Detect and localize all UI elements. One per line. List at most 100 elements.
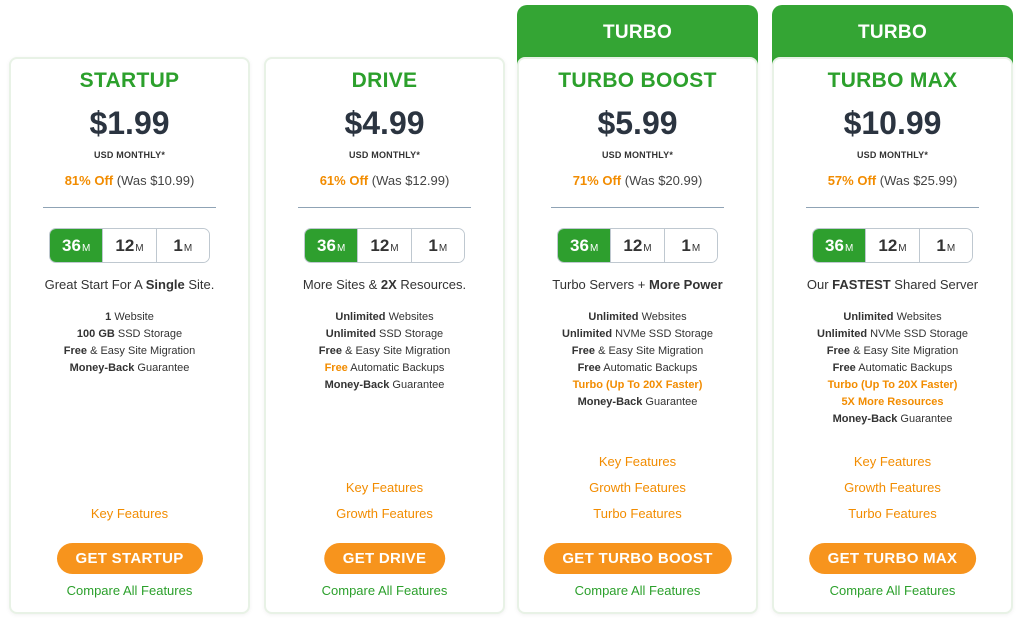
feature-item: Free Automatic Backups — [577, 362, 698, 374]
feature-item: Free & Easy Site Migration — [571, 345, 704, 357]
feature-highlight: Unlimited — [325, 328, 376, 340]
feature-list: Unlimited Websites Unlimited SSD Storage F… — [266, 309, 503, 394]
feature-highlight: 100 GB — [76, 328, 115, 340]
discount-percent: 61% Off — [319, 173, 369, 188]
plan-price: $5.99 — [597, 105, 678, 141]
feature-highlight: Money-Back — [69, 362, 135, 374]
feature-list: 1 Website 100 GB SSD Storage Free & Easy S… — [11, 309, 248, 377]
turbo-banner: TURBO — [517, 5, 758, 65]
get-plan-button[interactable]: GET TURBO MAX — [808, 543, 977, 574]
term-unit: M — [844, 242, 854, 254]
discount-text: 61% Off (Was $12.99) — [266, 173, 503, 188]
term-unit: M — [946, 242, 956, 254]
feature-item: Unlimited NVMe SSD Storage — [562, 328, 713, 340]
growth-features-link[interactable]: Growth Features — [774, 475, 1011, 501]
plan-tagline: Great Start For A Single Site. — [44, 277, 215, 292]
feature-item: Unlimited SSD Storage — [325, 328, 444, 340]
term-option-1m[interactable]: 1M — [663, 229, 717, 262]
feature-highlight: Free — [318, 345, 343, 357]
feature-highlight: Unlimited — [562, 328, 613, 340]
term-unit: M — [643, 242, 652, 254]
feature-list: Unlimited Websites Unlimited NVMe SSD Sto… — [519, 309, 756, 411]
feature-item: Free & Easy Site Migration — [318, 345, 451, 357]
get-plan-button[interactable]: GET TURBO BOOST — [543, 543, 732, 574]
key-features-link[interactable]: Key Features — [11, 501, 248, 527]
feature-item: Money-Back Guarantee — [324, 379, 445, 391]
term-option-12m[interactable]: 12 M — [357, 229, 411, 262]
term-unit: M — [81, 242, 91, 254]
key-features-link[interactable]: Key Features — [519, 449, 756, 475]
growth-features-link[interactable]: Growth Features — [519, 475, 756, 501]
discount-percent: 81% Off — [64, 173, 114, 188]
term-unit: M — [898, 242, 907, 254]
key-features-link[interactable]: Key Features — [774, 449, 1011, 475]
growth-features-link[interactable]: Growth Features — [266, 501, 503, 527]
feature-item: Unlimited Websites — [843, 311, 942, 323]
compare-all-features-link[interactable]: Compare All Features — [519, 583, 756, 598]
feature-highlight: Free — [826, 345, 851, 357]
tagline-emphasis: 2X — [380, 277, 397, 292]
term-selector: 36 M 12 M 1 M — [49, 228, 210, 263]
plan-tagline: Turbo Servers + More Power — [552, 277, 723, 292]
term-option-1m[interactable]: 1M — [918, 229, 972, 262]
term-number: 12 — [623, 235, 643, 255]
feature-item: Unlimited NVMe SSD Storage — [817, 328, 968, 340]
feature-links: Key Features Growth Features — [266, 475, 503, 527]
original-price: (Was $12.99) — [371, 173, 450, 188]
feature-item: Money-Back Guarantee — [832, 413, 953, 425]
feature-highlight: 1 — [105, 311, 112, 323]
original-price: (Was $25.99) — [879, 173, 958, 188]
feature-item: Money-Back Guarantee — [577, 396, 698, 408]
term-option-1m[interactable]: 1M — [410, 229, 464, 262]
term-number: 36 — [570, 235, 589, 255]
feature-item: Free Automatic Backups — [832, 362, 953, 374]
get-plan-button[interactable]: GET DRIVE — [323, 543, 446, 574]
term-option-36m[interactable]: 36 M — [50, 229, 103, 262]
term-option-12m[interactable]: 12 M — [865, 229, 919, 262]
term-option-36m[interactable]: 36 M — [813, 229, 866, 262]
feature-highlight: Money-Back — [832, 413, 898, 425]
term-selector: 36 M 12 M 1 M — [304, 228, 465, 263]
tagline-emphasis: FASTEST — [832, 277, 891, 292]
feature-highlight: Unlimited — [817, 328, 868, 340]
feature-links: Key Features — [11, 501, 248, 527]
turbo-banner: TURBO — [772, 5, 1013, 65]
key-features-link[interactable]: Key Features — [266, 475, 503, 501]
plan-card: TURBO MAX $10.99 USD MONTHLY* 57% Off (W… — [772, 57, 1013, 614]
term-number: 12 — [878, 235, 898, 255]
term-unit: M — [589, 242, 599, 254]
compare-all-features-link[interactable]: Compare All Features — [11, 583, 248, 598]
divider — [43, 207, 216, 208]
billing-period: USD MONTHLY* — [601, 150, 674, 160]
term-option-36m[interactable]: 36 M — [305, 229, 358, 262]
plan-tagline: More Sites & 2X Resources. — [302, 277, 467, 292]
term-option-12m[interactable]: 12 M — [102, 229, 156, 262]
feature-item: Unlimited Websites — [588, 311, 687, 323]
term-option-1m[interactable]: 1M — [155, 229, 209, 262]
compare-all-features-link[interactable]: Compare All Features — [774, 583, 1011, 598]
term-number: 12 — [370, 235, 390, 255]
term-number: 1 — [936, 235, 946, 255]
term-option-36m[interactable]: 36 M — [558, 229, 611, 262]
term-option-12m[interactable]: 12 M — [610, 229, 664, 262]
turbo-features-link[interactable]: Turbo Features — [774, 501, 1011, 527]
feature-item: Unlimited Websites — [335, 311, 434, 323]
tagline-emphasis: Single — [145, 277, 185, 292]
feature-highlight: Unlimited — [843, 311, 894, 323]
term-selector: 36 M 12 M 1 M — [812, 228, 973, 263]
original-price: (Was $10.99) — [116, 173, 195, 188]
plan-card: DRIVE $4.99 USD MONTHLY* 61% Off (Was $1… — [264, 57, 505, 614]
term-unit: M — [438, 242, 448, 254]
feature-highlight: Free — [571, 345, 596, 357]
divider — [551, 207, 724, 208]
tagline-emphasis: More Power — [649, 277, 723, 292]
turbo-features-link[interactable]: Turbo Features — [519, 501, 756, 527]
get-plan-button[interactable]: GET STARTUP — [56, 543, 203, 574]
feature-item: Turbo (Up To 20X Faster) — [827, 379, 958, 391]
plan-card: STARTUP $1.99 USD MONTHLY* 81% Off (Was … — [9, 57, 250, 614]
plan-name: TURBO MAX — [827, 69, 958, 92]
original-price: (Was $20.99) — [624, 173, 703, 188]
feature-links: Key Features Growth Features Turbo Feature… — [519, 449, 756, 527]
compare-all-features-link[interactable]: Compare All Features — [266, 583, 503, 598]
feature-item: 1 Website — [105, 311, 154, 323]
